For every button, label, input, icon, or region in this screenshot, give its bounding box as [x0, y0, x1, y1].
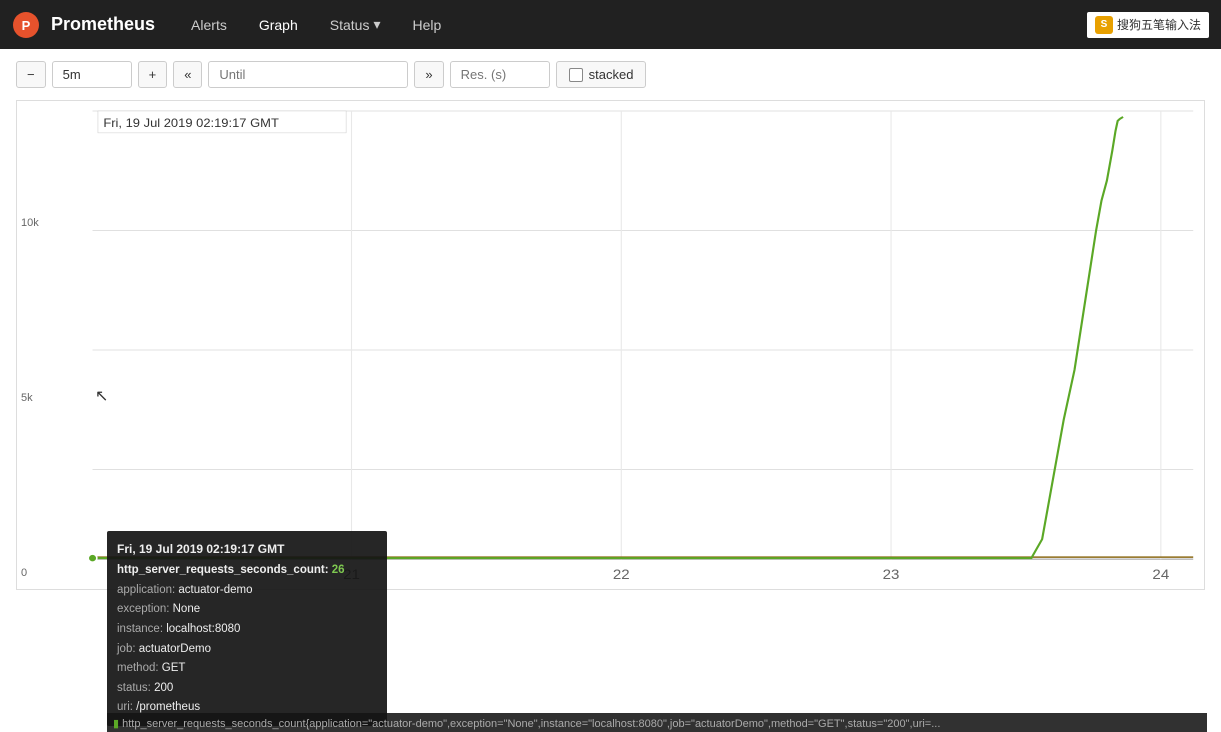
nav-status[interactable]: Status ▾ [324, 12, 387, 37]
tooltip-val-status: 200 [154, 682, 173, 694]
ime-badge: S 搜狗五笔输入法 [1087, 12, 1209, 38]
tooltip-field-exception: exception: None [117, 600, 377, 620]
tooltip-metric-line: http_server_requests_seconds_count: 26 [117, 561, 377, 581]
tooltip-val-uri: /prometheus [136, 701, 200, 713]
forward-button[interactable]: » [414, 61, 443, 88]
legend-rows: ▮ http_server_requests_seconds_count{app… [107, 713, 1207, 732]
tooltip-key-instance: instance: [117, 623, 166, 635]
nav-status-label: Status [330, 17, 370, 33]
svg-text:Fri, 19 Jul 2019 02:19:17 GMT: Fri, 19 Jul 2019 02:19:17 GMT [103, 116, 279, 129]
tooltip-val-exception: None [173, 603, 201, 615]
svg-text:23: 23 [883, 568, 900, 583]
chart-container: 0 5k 10k ↖ 21 22 23 24 [16, 100, 1205, 590]
plus-button[interactable]: + [138, 61, 168, 88]
svg-text:22: 22 [613, 568, 630, 583]
legend-row-0: ▮ http_server_requests_seconds_count{app… [113, 715, 1201, 732]
nav-graph[interactable]: Graph [253, 13, 304, 37]
until-input[interactable] [208, 61, 408, 88]
tooltip-key-application: application: [117, 584, 178, 596]
tooltip-date: Fri, 19 Jul 2019 02:19:17 GMT [117, 539, 377, 559]
stacked-label[interactable]: stacked [556, 61, 647, 88]
tooltip-metric-value: 26 [332, 564, 345, 576]
tooltip-field-status: status: 200 [117, 679, 377, 699]
tooltip-key-method: method: [117, 662, 162, 674]
tooltip-field-method: method: GET [117, 659, 377, 679]
resolution-input[interactable] [450, 61, 550, 88]
navbar: P Prometheus Alerts Graph Status ▾ Help … [0, 0, 1221, 49]
toolbar: − + « » stacked [16, 61, 1205, 88]
chart-svg: 21 22 23 24 Fri, 19 Jul 2019 02:19:17 GM… [17, 101, 1204, 589]
tooltip-val-application: actuator-demo [178, 584, 252, 596]
brand-text: Prometheus [51, 13, 155, 33]
svg-text:P: P [22, 18, 31, 33]
tooltip-field-instance: instance: localhost:8080 [117, 620, 377, 640]
tooltip-field-job: job: actuatorDemo [117, 640, 377, 660]
tooltip-val-instance: localhost:8080 [166, 623, 240, 635]
nav-help[interactable]: Help [407, 13, 448, 37]
y-label-0: 0 [21, 567, 27, 579]
nav-alerts[interactable]: Alerts [185, 13, 233, 37]
tooltip: Fri, 19 Jul 2019 02:19:17 GMT http_serve… [107, 531, 387, 726]
tooltip-metric-name: http_server_requests_seconds_count: [117, 564, 329, 576]
tooltip-field-application: application: actuator-demo [117, 581, 377, 601]
tooltip-val-job: actuatorDemo [139, 643, 211, 655]
tooltip-key-status: status: [117, 682, 154, 694]
duration-input[interactable] [52, 61, 132, 88]
rewind-button[interactable]: « [173, 61, 202, 88]
legend-label-0: http_server_requests_seconds_count{appli… [122, 718, 940, 730]
stacked-text: stacked [589, 67, 634, 82]
brand: P Prometheus [12, 11, 155, 39]
prometheus-logo-icon: P [12, 11, 40, 39]
chevron-down-icon: ▾ [373, 16, 380, 33]
ime-label: 搜狗五笔输入法 [1117, 16, 1201, 33]
y-label-5k: 5k [21, 392, 33, 404]
tooltip-val-method: GET [162, 662, 186, 674]
y-label-10k: 10k [21, 217, 39, 229]
svg-text:24: 24 [1152, 568, 1169, 583]
tooltip-key-uri: uri: [117, 701, 136, 713]
main-content: − + « » stacked 0 5k 10k ↖ [0, 49, 1221, 732]
minus-button[interactable]: − [16, 61, 46, 88]
stacked-checkbox[interactable] [569, 68, 583, 82]
tooltip-key-job: job: [117, 643, 139, 655]
tooltip-key-exception: exception: [117, 603, 173, 615]
ime-icon: S [1095, 16, 1113, 34]
